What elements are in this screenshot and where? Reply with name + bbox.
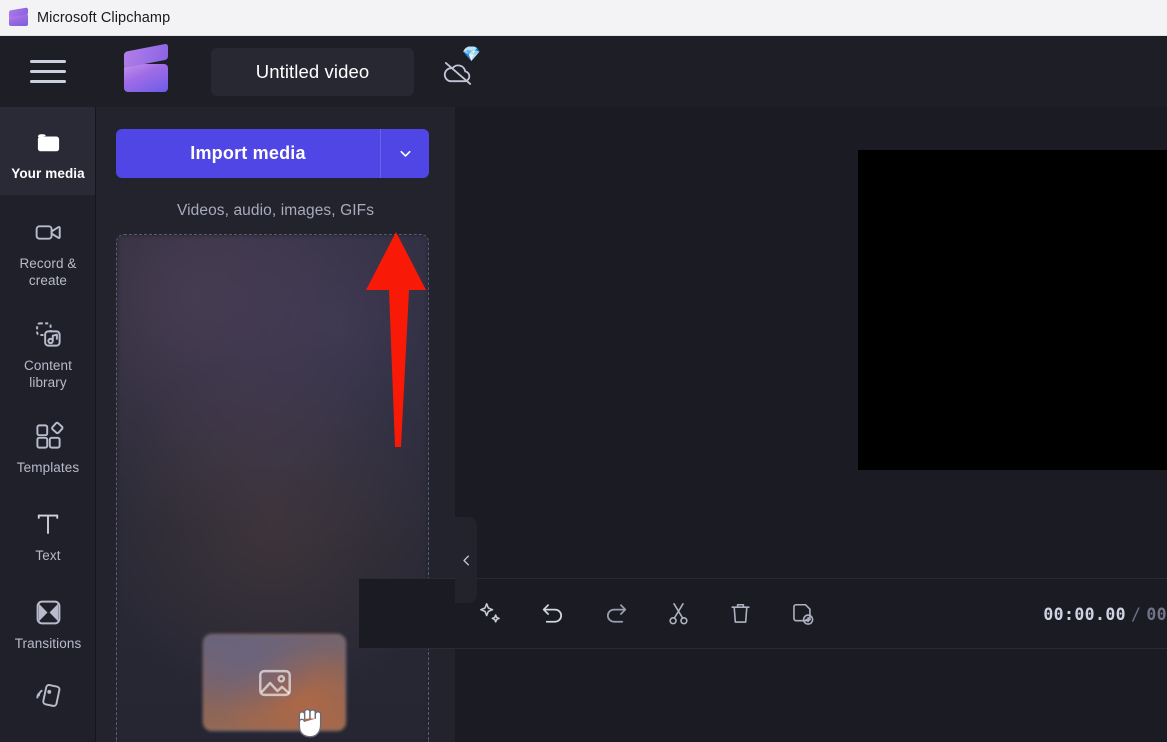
undo-button[interactable] — [539, 600, 567, 628]
content-library-icon — [33, 317, 64, 351]
redo-button[interactable] — [602, 600, 630, 628]
sidebar-item-content-library[interactable]: Content library — [0, 302, 95, 404]
current-time: 00:00.00 — [1043, 605, 1126, 624]
brand-kit-icon — [33, 679, 64, 713]
transitions-icon — [33, 595, 64, 629]
import-media-button[interactable]: Import media — [116, 129, 380, 178]
clipchamp-app: Untitled video 💎 Your media Record & cre… — [0, 36, 1167, 742]
timecode-display: 00:00.00 / 00 — [1043, 579, 1167, 650]
project-title-input[interactable]: Untitled video — [211, 47, 414, 96]
chevron-left-icon — [462, 555, 469, 565]
clapperboard-logo-icon[interactable] — [124, 42, 168, 92]
video-camera-icon — [33, 215, 64, 249]
import-media-dropdown-button[interactable] — [380, 129, 429, 178]
sidebar-item-text[interactable]: Text — [0, 489, 95, 577]
sidebar-item-label: Record & create — [19, 256, 77, 288]
diamond-icon: 💎 — [462, 45, 481, 63]
sidebar-item-label: Transitions — [14, 636, 82, 651]
import-media-subtitle: Videos, audio, images, GIFs — [176, 202, 375, 219]
left-sidebar: Your media Record & create Content libra… — [0, 107, 96, 742]
import-media-label: Import media — [190, 143, 306, 163]
sidebar-item-label: Text — [35, 548, 61, 563]
collapse-panel-button[interactable] — [455, 517, 477, 603]
media-dropzone[interactable]: Drag & drop media from your device to im… — [116, 234, 429, 742]
window-title: Microsoft Clipchamp — [37, 9, 171, 26]
cloud-sync-status-button[interactable]: 💎 — [432, 46, 484, 98]
time-separator: / — [1130, 605, 1142, 624]
window-titlebar: Microsoft Clipchamp — [0, 0, 1167, 36]
import-media-control-group: Import media — [116, 129, 429, 178]
sidebar-item-transitions[interactable]: Transitions — [0, 577, 95, 665]
sidebar-item-label: Templates — [16, 460, 80, 475]
text-t-icon — [33, 507, 63, 541]
grabbing-hand-cursor-icon — [289, 697, 331, 742]
app-topbar: Untitled video 💎 — [0, 36, 1167, 107]
ai-effects-button[interactable] — [477, 600, 504, 627]
editor-toolbar: 00:00.00 / 00 — [359, 578, 1167, 649]
chevron-down-icon — [399, 150, 411, 157]
folder-icon — [33, 125, 64, 159]
sidebar-item-label: Content library — [24, 358, 72, 390]
total-time: 00 — [1146, 605, 1167, 624]
sidebar-item-brand-kit[interactable] — [0, 665, 95, 732]
sidebar-item-your-media[interactable]: Your media — [0, 107, 95, 195]
video-preview-canvas[interactable] — [858, 150, 1167, 470]
clapperboard-icon — [9, 7, 28, 26]
duplicate-button[interactable] — [789, 600, 816, 627]
split-button[interactable] — [665, 600, 692, 627]
hamburger-menu-icon[interactable] — [30, 57, 68, 87]
sidebar-item-templates[interactable]: Templates — [0, 404, 95, 489]
sidebar-item-record-create[interactable]: Record & create — [0, 195, 95, 302]
delete-button[interactable] — [727, 600, 754, 627]
sidebar-item-label: Your media — [11, 166, 85, 181]
project-title-value: Untitled video — [255, 60, 370, 82]
templates-icon — [33, 419, 64, 453]
